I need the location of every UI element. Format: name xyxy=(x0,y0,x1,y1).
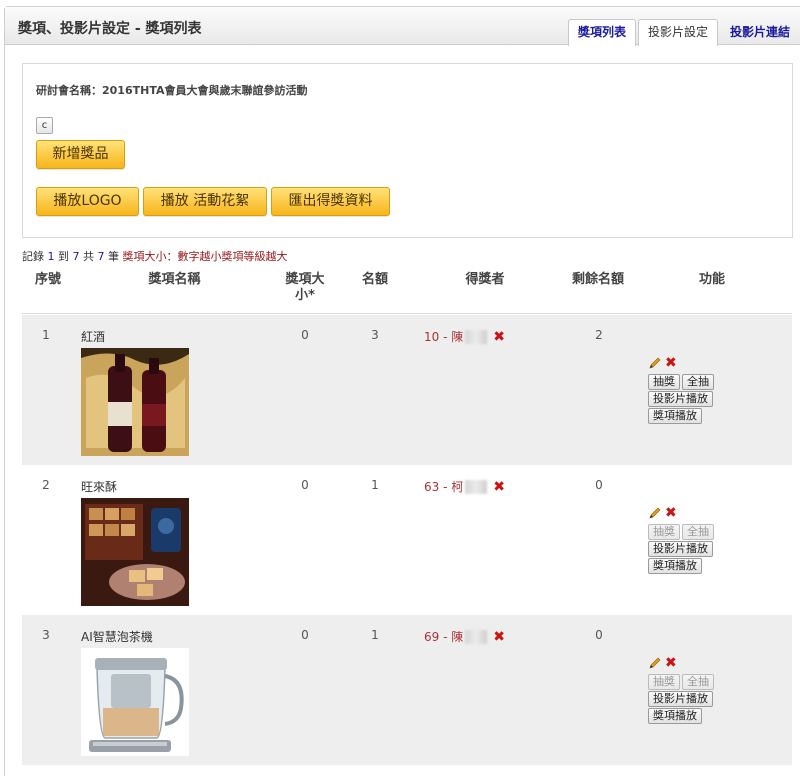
records-to-word: 到 xyxy=(58,250,69,263)
size-note: 獎項大小：數字越小獎項等級越大 xyxy=(122,250,288,263)
row-prize-name: 旺來酥 xyxy=(81,480,118,494)
winner-entry: 10 - 陳 ✖ xyxy=(424,328,505,345)
edit-pencil-icon[interactable] xyxy=(648,656,662,670)
row-size: 0 xyxy=(301,328,309,342)
th-winner: 得獎者 xyxy=(465,272,505,287)
slideshow-button[interactable]: 投影片播放 xyxy=(648,391,713,407)
row-quota: 1 xyxy=(371,478,379,492)
tab-prize-list[interactable]: 獎項列表 xyxy=(567,19,636,46)
tab-slide-settings[interactable]: 投影片設定 xyxy=(637,19,718,46)
row-seq: 3 xyxy=(42,628,50,642)
row-size: 0 xyxy=(301,628,309,642)
records-unit: 筆 xyxy=(108,250,119,263)
remove-winner-icon[interactable]: ✖ xyxy=(493,480,505,494)
row-size: 0 xyxy=(301,478,309,492)
row-remaining: 2 xyxy=(595,328,603,342)
tab-slide-link[interactable]: 投影片連結 xyxy=(720,19,800,46)
th-size-line1: 獎項大 xyxy=(285,272,325,287)
th-quota: 名額 xyxy=(361,272,388,287)
slideshow-button[interactable]: 投影片播放 xyxy=(648,541,713,557)
th-size: 獎項大 小* xyxy=(277,272,333,304)
event-panel: 研討會名稱：2016THTA會員大會與歲末聯誼參訪活動 c 新增獎品 播放LOG… xyxy=(22,63,793,238)
th-remaining: 剩餘名額 xyxy=(571,272,624,287)
table-header: 序號 獎項名稱 獎項大 小* 名額 得獎者 剩餘名額 功能 xyxy=(22,268,792,314)
draw-all-button[interactable]: 全抽 xyxy=(682,524,714,540)
prize-image-red-wine xyxy=(81,348,189,456)
table-row: 2 旺來酥 0 1 63 - 柯 ✖ 0 ✖ 抽獎 全抽 投影片播放 獎項播放 xyxy=(22,465,792,615)
prize-play-button[interactable]: 獎項播放 xyxy=(648,558,702,574)
records-total: 7 xyxy=(97,250,105,263)
edit-pencil-icon[interactable] xyxy=(648,356,662,370)
records-total-word: 共 xyxy=(83,250,94,263)
winner-entry: 63 - 柯 ✖ xyxy=(424,478,505,495)
redacted-name xyxy=(465,629,488,644)
delete-icon[interactable]: ✖ xyxy=(665,506,677,520)
row-functions: ✖ 抽獎 全抽 投影片播放 獎項播放 xyxy=(648,655,758,725)
redacted-name xyxy=(465,329,488,344)
draw-button[interactable]: 抽獎 xyxy=(648,374,680,390)
prize-play-button[interactable]: 獎項播放 xyxy=(648,408,702,424)
draw-all-button[interactable]: 全抽 xyxy=(682,674,714,690)
row-seq: 2 xyxy=(42,478,50,492)
mini-c-button[interactable]: c xyxy=(36,117,53,134)
prize-play-button[interactable]: 獎項播放 xyxy=(648,708,702,724)
page-title: 獎項、投影片設定 - 獎項列表 xyxy=(18,21,202,37)
winner-label[interactable]: 10 - 陳 xyxy=(424,328,463,345)
row-prize-name: AI智慧泡茶機 xyxy=(81,630,153,644)
th-function: 功能 xyxy=(698,272,725,287)
delete-icon[interactable]: ✖ xyxy=(665,656,677,670)
page-header: 獎項、投影片設定 - 獎項列表 獎項列表 投影片設定 投影片連結 xyxy=(5,7,800,46)
winner-label[interactable]: 63 - 柯 xyxy=(424,478,463,495)
row-quota: 1 xyxy=(371,628,379,642)
records-to: 7 xyxy=(72,250,80,263)
slideshow-button[interactable]: 投影片播放 xyxy=(648,691,713,707)
remove-winner-icon[interactable]: ✖ xyxy=(493,330,505,344)
delete-icon[interactable]: ✖ xyxy=(665,356,677,370)
play-highlights-button[interactable]: 播放 活動花絮 xyxy=(143,187,267,216)
redacted-name xyxy=(465,479,488,494)
edit-pencil-icon[interactable] xyxy=(648,506,662,520)
table-row: 3 AI智慧泡茶機 0 1 69 - 陳 ✖ 0 ✖ 抽獎 全抽 投影片播放 獎… xyxy=(22,615,792,765)
remove-winner-icon[interactable]: ✖ xyxy=(493,630,505,644)
export-winners-button[interactable]: 匯出得獎資料 xyxy=(271,187,390,216)
tab-bar: 獎項列表 投影片設定 投影片連結 xyxy=(567,19,800,46)
records-from: 1 xyxy=(47,250,55,263)
draw-button[interactable]: 抽獎 xyxy=(648,524,680,540)
draw-button[interactable]: 抽獎 xyxy=(648,674,680,690)
winner-label[interactable]: 69 - 陳 xyxy=(424,628,463,645)
th-size-line2: 小* xyxy=(295,288,315,303)
row-functions: ✖ 抽獎 全抽 投影片播放 獎項播放 xyxy=(648,355,758,425)
prize-image-pineapple-cake xyxy=(81,498,189,606)
th-name: 獎項名稱 xyxy=(148,272,201,287)
row-seq: 1 xyxy=(42,328,50,342)
row-remaining: 0 xyxy=(595,628,603,642)
prize-image-tea-maker xyxy=(81,648,189,756)
th-seq: 序號 xyxy=(34,272,61,287)
row-functions: ✖ 抽獎 全抽 投影片播放 獎項播放 xyxy=(648,505,758,575)
row-quota: 3 xyxy=(371,328,379,342)
event-name: 研討會名稱：2016THTA會員大會與歲末聯誼參訪活動 xyxy=(36,84,308,97)
table-row: 1 紅酒 0 3 10 - 陳 ✖ 2 ✖ 抽獎 全抽 投影片播放 獎項播放 xyxy=(22,315,792,465)
row-prize-name: 紅酒 xyxy=(81,330,106,344)
row-remaining: 0 xyxy=(595,478,603,492)
add-prize-button[interactable]: 新增獎品 xyxy=(36,140,125,169)
draw-all-button[interactable]: 全抽 xyxy=(682,374,714,390)
play-logo-button[interactable]: 播放LOGO xyxy=(36,187,139,216)
records-info: 記錄 1 到 7 共 7 筆 獎項大小：數字越小獎項等級越大 xyxy=(22,248,288,264)
winner-entry: 69 - 陳 ✖ xyxy=(424,628,505,645)
records-prefix: 記錄 xyxy=(22,250,44,263)
